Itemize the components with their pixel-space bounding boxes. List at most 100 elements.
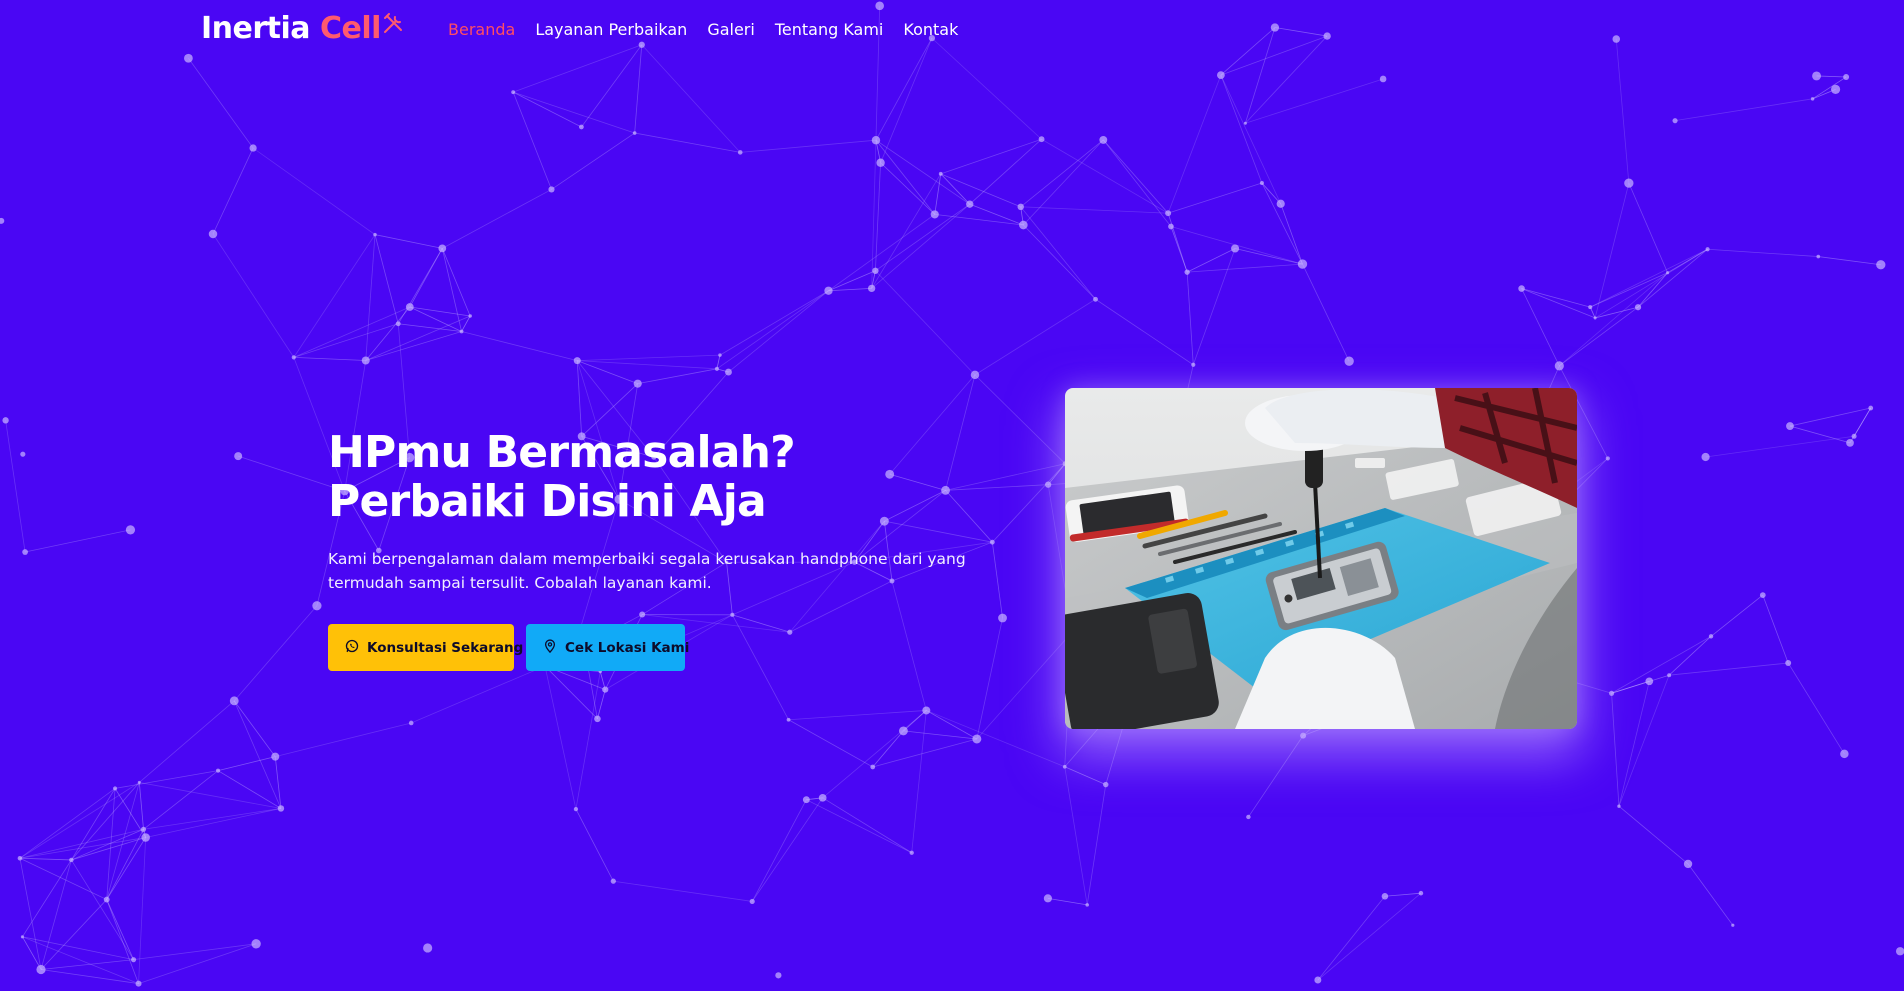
check-location-button[interactable]: Cek Lokasi Kami — [526, 624, 689, 671]
particle-link — [716, 290, 829, 370]
particle-link — [974, 298, 1096, 376]
particle-link — [940, 173, 1021, 208]
particle-dot — [312, 601, 322, 611]
particle-dot — [125, 525, 136, 535]
particle-link — [1637, 272, 1668, 308]
particle-link — [1234, 248, 1303, 265]
particle-link — [1220, 74, 1282, 204]
particle-link — [441, 248, 471, 317]
page-background: Inertia Cell Beranda Layanan Perbaikan G… — [0, 0, 1904, 991]
particle-link — [788, 710, 927, 721]
particle-link — [544, 665, 577, 810]
particle-link — [822, 797, 912, 854]
particle-link — [1095, 298, 1194, 366]
particle-link — [1384, 892, 1421, 897]
particle-dot — [1605, 456, 1610, 461]
particle-link — [1818, 256, 1881, 266]
particle-link — [613, 880, 753, 902]
particle-link — [411, 665, 546, 724]
particle-link — [1086, 784, 1107, 905]
particle-link — [1812, 76, 1847, 100]
particle-dot — [69, 857, 74, 863]
particle-dot — [602, 686, 609, 693]
hero-actions: Konsultasi Sekarang Cek Lokasi Kami — [328, 624, 689, 671]
particle-link — [274, 756, 282, 809]
particle-dot — [725, 368, 732, 376]
particle-dot — [1017, 203, 1024, 211]
particle-link — [513, 91, 582, 128]
particle-dot — [208, 229, 218, 239]
particle-link — [1317, 896, 1386, 981]
particle-dot — [573, 357, 581, 365]
particle-dot — [930, 210, 939, 219]
particle-dot — [824, 286, 833, 295]
consult-now-button[interactable]: Konsultasi Sekarang — [328, 624, 523, 671]
particle-link — [940, 138, 1042, 175]
particle-link — [1668, 636, 1712, 676]
particle-link — [872, 738, 977, 768]
particle-dot — [1168, 223, 1174, 230]
particle-link — [1102, 139, 1172, 227]
hero-description: Kami berpengalaman dalam memperbaiki seg… — [328, 550, 966, 592]
particle-dot — [1634, 304, 1642, 311]
particle-link — [1167, 74, 1222, 214]
particle-link — [1618, 681, 1650, 807]
particle-link — [106, 899, 134, 960]
particle-link — [138, 782, 144, 830]
particle-link — [374, 234, 443, 249]
nav-item-galeri: Galeri — [697, 19, 765, 41]
particle-dot — [1843, 74, 1850, 81]
particle-dot — [1868, 405, 1874, 411]
particle-dot — [459, 329, 464, 334]
particle-link — [106, 899, 139, 984]
particle-link — [252, 147, 376, 235]
particle-link — [732, 614, 790, 633]
particle-dot — [1045, 481, 1052, 488]
particle-dot — [361, 356, 370, 365]
nav-link-kontak[interactable]: Kontak — [893, 19, 968, 41]
particle-link — [138, 837, 147, 984]
particle-dot — [1609, 690, 1615, 696]
particle-link — [19, 857, 107, 900]
particle-dot — [1103, 781, 1109, 788]
nav-link-layanan-perbaikan[interactable]: Layanan Perbaikan — [525, 19, 697, 41]
particle-dot — [408, 720, 414, 726]
particle-link — [365, 234, 376, 361]
particle-link — [293, 234, 376, 358]
brand-accent: Cell — [319, 11, 381, 46]
particle-link — [138, 943, 257, 984]
particle-link — [1248, 735, 1304, 818]
particle-dot — [1038, 136, 1045, 143]
particle-link — [871, 173, 942, 289]
nav-link-tentang-kami[interactable]: Tentang Kami — [765, 19, 894, 41]
particle-link — [740, 139, 876, 153]
whatsapp-icon — [345, 639, 359, 657]
particle-link — [1521, 288, 1591, 308]
nav-link-beranda[interactable]: Beranda — [448, 19, 525, 41]
particle-link — [1020, 206, 1169, 214]
particle-dot — [1043, 894, 1052, 903]
particle-link — [217, 756, 276, 772]
particle-dot — [1672, 118, 1678, 124]
particle-link — [577, 360, 717, 370]
particle-dot — [1645, 677, 1654, 686]
hero-image — [1065, 388, 1577, 729]
particle-dot — [1785, 660, 1792, 666]
particle-dot — [998, 613, 1007, 623]
particle-link — [926, 710, 978, 740]
particle-link — [1762, 594, 1789, 664]
particle-dot — [548, 186, 555, 193]
particle-dot — [1667, 673, 1672, 678]
particle-link — [441, 248, 462, 332]
particle-dot — [1518, 285, 1525, 292]
particle-link — [106, 837, 147, 900]
brand-logo[interactable]: Inertia Cell — [201, 11, 404, 47]
particle-link — [1521, 288, 1596, 319]
particle-link — [1853, 407, 1872, 437]
particle-link — [374, 234, 399, 324]
nav-link-galeri[interactable]: Galeri — [697, 19, 765, 41]
particle-dot — [1300, 732, 1307, 739]
particle-link — [940, 173, 971, 205]
particle-link — [1611, 680, 1650, 694]
tools-icon — [382, 8, 404, 44]
